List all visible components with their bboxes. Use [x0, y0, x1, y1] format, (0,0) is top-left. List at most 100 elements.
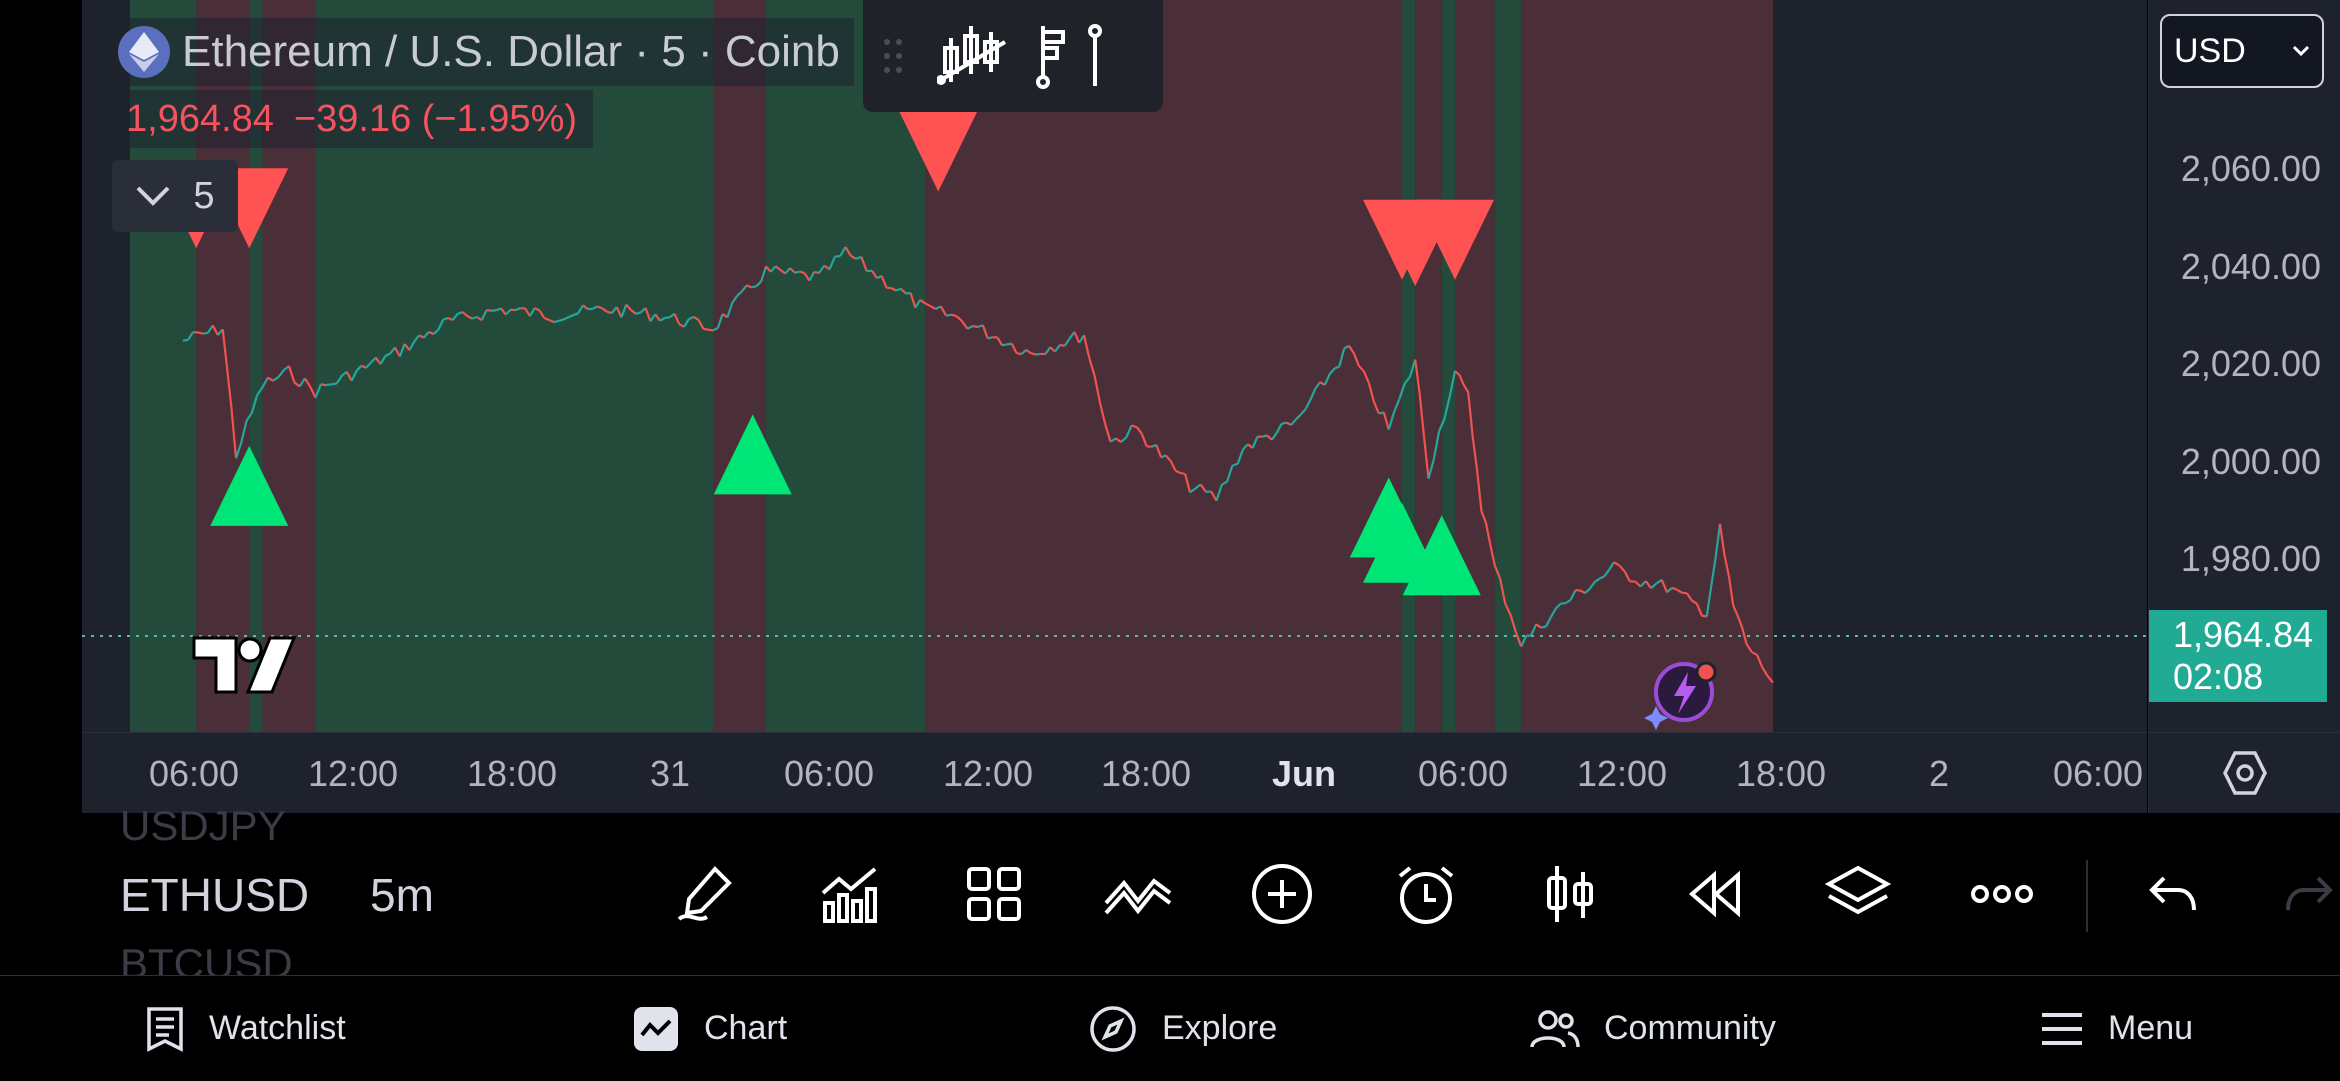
indicators-icon: [819, 863, 881, 925]
replay-button[interactable]: [1678, 858, 1750, 930]
layout-button[interactable]: [958, 858, 1030, 930]
chevron-down-icon: [135, 185, 171, 207]
nav-watchlist[interactable]: Watchlist: [145, 976, 346, 1081]
tradingview-logo: [192, 636, 296, 701]
more-button[interactable]: [1966, 858, 2038, 930]
price-segment: [1262, 435, 1267, 436]
layers-icon: [1825, 864, 1891, 924]
candles-pattern-icon: [937, 22, 1009, 90]
watchlist-icon: [145, 1005, 185, 1053]
time-axis-label: 12:00: [943, 753, 1033, 795]
price-segment: [752, 286, 757, 287]
position-tool-icon: [1033, 22, 1113, 90]
price-segment: [321, 384, 326, 385]
trend-zone-bear: [1521, 0, 1773, 732]
nav-community[interactable]: Community: [1530, 976, 1776, 1081]
price-segment: [946, 315, 951, 316]
grid-icon: [965, 865, 1023, 923]
grip-dots-icon: [881, 36, 905, 76]
currency-select[interactable]: USD: [2160, 14, 2324, 88]
price-segment: [472, 317, 477, 319]
chart-settings-button[interactable]: [2148, 732, 2340, 813]
object-tree-button[interactable]: [1822, 858, 1894, 930]
price-segment: [973, 326, 978, 327]
drag-handle[interactable]: [863, 0, 923, 112]
price-segment: [703, 329, 708, 330]
chevron-down-icon: [2292, 45, 2310, 57]
trend-zone-bull: [1495, 0, 1522, 732]
interval-current[interactable]: 5m: [370, 868, 434, 922]
price-segment: [1002, 344, 1007, 345]
time-axis-label: 12:00: [1577, 753, 1667, 795]
chart-title: Ethereum / U.S. Dollar · 5 · Coinb: [182, 27, 840, 77]
undo-icon: [2146, 872, 2198, 916]
symbol-switcher[interactable]: USDJPY ETHUSD 5m BTCUSD: [120, 812, 540, 982]
alert-button[interactable]: [1390, 858, 1462, 930]
floating-toolbar: [863, 0, 1163, 112]
price-segment: [835, 256, 840, 257]
price-segment: [665, 317, 670, 318]
time-axis-label: 12:00: [308, 753, 398, 795]
long-position-tool-button[interactable]: [1023, 0, 1123, 112]
price-segment: [795, 272, 800, 273]
price-axis-label: 1,980.00: [2181, 538, 2321, 580]
indicator-count: 5: [193, 175, 214, 218]
candlestick-icon: [1543, 862, 1597, 926]
nav-menu[interactable]: Menu: [2040, 976, 2193, 1081]
indicators-button[interactable]: [814, 858, 886, 930]
time-axis-label: 06:00: [2053, 753, 2143, 795]
current-price-value: 1,964.84: [2173, 614, 2327, 656]
drawing-tool-button[interactable]: [670, 858, 742, 930]
time-axis[interactable]: 06:00 12:00 18:00 31 06:00 12:00 18:00 J…: [82, 732, 2147, 813]
time-axis-label: 18:00: [1101, 753, 1191, 795]
nav-chart-label: Chart: [704, 1009, 787, 1048]
redo-icon: [2284, 872, 2336, 916]
time-axis-label: 2: [1929, 753, 1949, 795]
nav-menu-label: Menu: [2108, 1009, 2193, 1048]
plus-circle-icon: [1250, 862, 1314, 926]
price-segment: [326, 384, 331, 385]
chart-type-button[interactable]: [1534, 858, 1606, 930]
time-axis-label-day: Jun: [1272, 753, 1336, 795]
price-axis-label: 2,040.00: [2181, 246, 2321, 288]
nav-community-label: Community: [1604, 1009, 1776, 1048]
price-segment: [183, 340, 188, 341]
price-segment: [1282, 423, 1287, 424]
add-button[interactable]: [1246, 858, 1318, 930]
more-dots-icon: [1970, 882, 2034, 906]
nav-explore[interactable]: Explore: [1088, 976, 1277, 1081]
symbol-prev[interactable]: USDJPY: [120, 802, 286, 850]
price-segment: [198, 332, 203, 333]
pencil-icon: [675, 863, 737, 925]
redo-button[interactable]: [2280, 858, 2340, 930]
price-change: −39.16 (−1.95%): [294, 98, 577, 141]
price-segment: [1017, 353, 1022, 354]
undo-button[interactable]: [2136, 858, 2208, 930]
bar-countdown: 02:08: [2173, 656, 2327, 698]
price-change-row: 1,964.84 −39.16 (−1.95%): [110, 90, 593, 148]
community-icon: [1530, 1009, 1580, 1049]
time-axis-label: 06:00: [784, 753, 874, 795]
compare-lines-icon: [1102, 869, 1174, 919]
symbol-title[interactable]: Ethereum / U.S. Dollar · 5 · Coinb: [110, 18, 854, 86]
price-segment: [1036, 354, 1041, 355]
price-segment: [331, 384, 336, 385]
last-price: 1,964.84: [126, 98, 274, 141]
price-segment: [554, 321, 559, 322]
indicator-collapse-button[interactable]: 5: [112, 160, 238, 232]
price-segment: [1031, 353, 1036, 354]
ai-assistant-button[interactable]: [1642, 656, 1722, 732]
sparkle-bolt-icon: [1642, 656, 1722, 732]
time-axis-label: 06:00: [149, 753, 239, 795]
time-axis-label: 18:00: [1736, 753, 1826, 795]
rewind-icon: [1684, 869, 1744, 919]
trend-zone-bear: [1455, 0, 1495, 732]
toolbar-divider: [2086, 860, 2088, 932]
nav-chart[interactable]: Chart: [632, 976, 787, 1081]
compare-button[interactable]: [1102, 858, 1174, 930]
hexagon-settings-icon: [2221, 749, 2269, 797]
price-axis-label: 2,060.00: [2181, 148, 2321, 190]
ethereum-icon: [118, 26, 170, 78]
pattern-tool-button[interactable]: [923, 0, 1023, 112]
symbol-current[interactable]: ETHUSD: [120, 868, 309, 922]
